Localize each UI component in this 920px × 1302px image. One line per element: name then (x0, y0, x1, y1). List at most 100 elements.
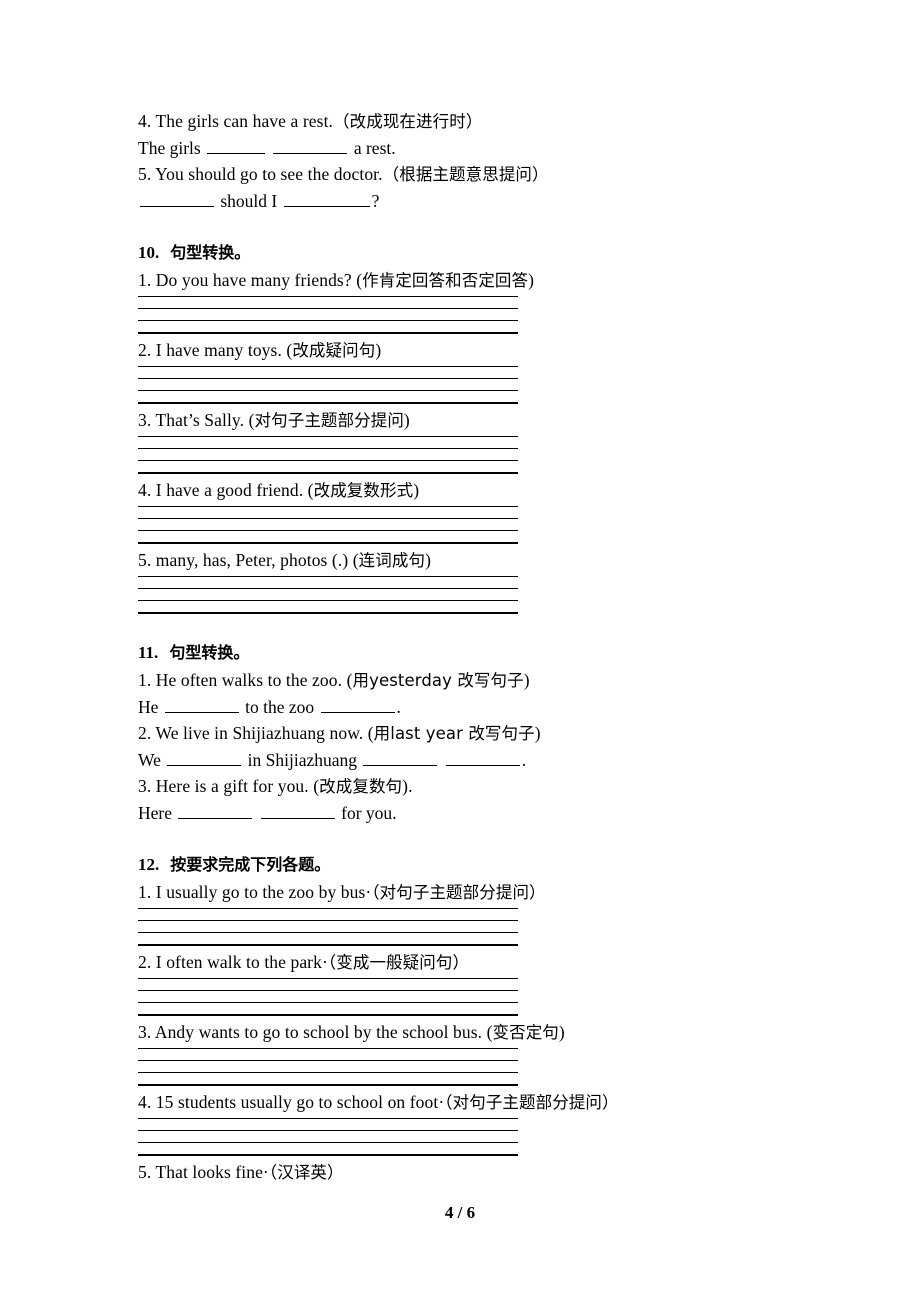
answer-prefix: The girls (138, 138, 201, 158)
answer-blank[interactable] (273, 138, 348, 154)
answer-blank[interactable] (320, 697, 395, 713)
question-line: 2. I have many toys. (改成疑问句) (138, 337, 838, 364)
answer-rule[interactable] (138, 518, 518, 519)
answer-rule[interactable] (138, 366, 518, 367)
answer-blank[interactable] (140, 191, 214, 207)
answer-rule[interactable] (138, 332, 518, 334)
answer-rules[interactable] (138, 366, 518, 404)
answer-rules[interactable] (138, 978, 518, 1016)
answer-rule[interactable] (138, 1154, 518, 1156)
answer-rule[interactable] (138, 402, 518, 404)
section-title: 按要求完成下列各题。 (170, 855, 331, 874)
answer-rules[interactable] (138, 576, 518, 614)
answer-line: We in Shijiazhuang . (138, 747, 838, 773)
answer-prefix: We (138, 750, 161, 770)
question-text: 4. I have a good friend. ( (138, 480, 314, 500)
answer-suffix: ? (371, 191, 380, 211)
answer-rule[interactable] (138, 1084, 518, 1086)
answer-suffix: for you. (341, 803, 397, 823)
answer-line: He to the zoo . (138, 694, 838, 720)
question-text: 1. He often walks to the zoo. ( (138, 670, 353, 690)
answer-rule[interactable] (138, 1048, 518, 1049)
answer-rule[interactable] (138, 990, 518, 991)
page-number: 4 / 6 (444, 1203, 476, 1222)
answer-rule[interactable] (138, 436, 518, 437)
question-tail: ) (534, 723, 541, 743)
question-instruction: （根据主题意思提问） (382, 165, 549, 184)
answer-rule[interactable] (138, 576, 518, 577)
answer-rule[interactable] (138, 460, 518, 461)
question-line: 5. That looks fine·（汉译英） (138, 1159, 838, 1186)
question-instruction: （变成一般疑问句） (327, 953, 470, 972)
answer-blank[interactable] (207, 138, 266, 154)
answer-rule[interactable] (138, 390, 518, 391)
answer-rule[interactable] (138, 1014, 518, 1016)
section-heading: 11. 句型转换。 (138, 640, 838, 666)
answer-rule[interactable] (138, 378, 518, 379)
question-tail: ). (402, 776, 413, 796)
question-line: 4. 15 students usually go to school on f… (138, 1089, 838, 1116)
answer-rules[interactable] (138, 1118, 518, 1156)
question-instruction: 作肯定回答和否定回答 (362, 271, 529, 290)
section-number: 10. (138, 243, 160, 262)
answer-rule[interactable] (138, 600, 518, 601)
answer-blank[interactable] (167, 750, 242, 766)
answer-rule[interactable] (138, 448, 518, 449)
answer-rule[interactable] (138, 920, 518, 921)
answer-rules[interactable] (138, 506, 518, 544)
answer-rule[interactable] (138, 1142, 518, 1143)
answer-rule[interactable] (138, 542, 518, 544)
answer-rules[interactable] (138, 296, 518, 334)
question-instruction: （对句子主题部分提问） (371, 883, 546, 902)
answer-rules[interactable] (138, 908, 518, 946)
section-heading: 12. 按要求完成下列各题。 (138, 852, 838, 878)
question-line: 3. Here is a gift for you. (改成复数句). (138, 773, 838, 800)
question-text: 5. You should go to see the doctor. (138, 164, 383, 184)
answer-rule[interactable] (138, 1072, 518, 1073)
answer-suffix: a rest. (353, 138, 396, 158)
question-line: 5. many, has, Peter, photos (.) (连词成句) (138, 547, 838, 574)
answer-mid: should I (220, 191, 278, 211)
answer-blank[interactable] (445, 750, 520, 766)
answer-rule[interactable] (138, 1002, 518, 1003)
answer-rule[interactable] (138, 320, 518, 321)
answer-rule[interactable] (138, 978, 518, 979)
answer-rule[interactable] (138, 472, 518, 474)
answer-rule[interactable] (138, 308, 518, 309)
answer-rule[interactable] (138, 612, 518, 614)
answer-rule[interactable] (138, 1060, 518, 1061)
question-line: 3. That’s Sally. (对句子主题部分提问) (138, 407, 838, 434)
question-text: 4. The girls can have a rest. (138, 111, 334, 131)
answer-rule[interactable] (138, 1130, 518, 1131)
section-heading: 10. 句型转换。 (138, 240, 838, 266)
answer-rule[interactable] (138, 588, 518, 589)
section-title: 句型转换。 (170, 243, 251, 262)
question-text: 2. I often walk to the park· (138, 952, 328, 972)
question-instruction: （对句子主题部分提问） (444, 1093, 619, 1112)
answer-rules[interactable] (138, 436, 518, 474)
answer-line: Here for you. (138, 800, 838, 826)
answer-blank[interactable] (164, 697, 239, 713)
question-text: 3. That’s Sally. ( (138, 410, 255, 430)
answer-rule[interactable] (138, 506, 518, 507)
answer-blank[interactable] (283, 191, 370, 207)
answer-rule[interactable] (138, 296, 518, 297)
question-tail: ) (558, 1022, 565, 1042)
question-line: 1. I usually go to the zoo by bus·（对句子主题… (138, 879, 838, 906)
question-instruction: 变否定句 (492, 1023, 559, 1042)
question-text: 3. Andy wants to go to school by the sch… (138, 1022, 493, 1042)
answer-mid: in Shijiazhuang (247, 750, 357, 770)
question-tail: ) (413, 480, 420, 500)
answer-rule[interactable] (138, 530, 518, 531)
answer-rules[interactable] (138, 1048, 518, 1086)
answer-blank[interactable] (363, 750, 438, 766)
answer-blank[interactable] (260, 803, 335, 819)
answer-rule[interactable] (138, 932, 518, 933)
question-line: 4. The girls can have a rest.（改成现在进行时） (138, 108, 838, 135)
answer-rule[interactable] (138, 944, 518, 946)
section-number: 12. (138, 855, 160, 874)
answer-blank[interactable] (178, 803, 253, 819)
answer-rule[interactable] (138, 908, 518, 909)
question-instruction: 用yesterday 改写句子 (352, 671, 524, 690)
answer-rule[interactable] (138, 1118, 518, 1119)
